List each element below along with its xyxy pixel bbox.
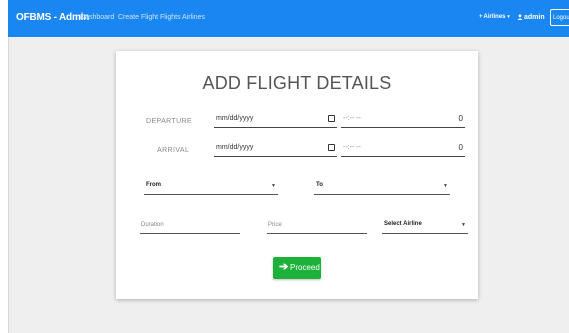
brand-logo[interactable]: OFBMS - Admin: [16, 12, 89, 23]
proceed-button[interactable]: ➔ Proceed: [273, 257, 321, 279]
chevron-down-icon: ▼: [271, 183, 276, 189]
nav-create-flight[interactable]: Create Flight: [118, 14, 158, 21]
arrival-value: 0: [458, 143, 463, 152]
arrival-date-input[interactable]: mm/dd/yyyy: [214, 142, 337, 157]
price-input[interactable]: Price: [267, 219, 367, 234]
departure-date-placeholder: mm/dd/yyyy: [216, 115, 254, 122]
price-placeholder: Price: [268, 222, 282, 228]
user-icon: [517, 14, 523, 21]
departure-time-input[interactable]: --:-- -- 0: [341, 113, 465, 128]
user-menu[interactable]: admin: [517, 14, 545, 21]
calendar-icon[interactable]: [328, 115, 335, 122]
departure-value: 0: [458, 114, 463, 123]
to-select[interactable]: To ▼: [314, 180, 450, 195]
chevron-down-icon: ▼: [461, 222, 466, 228]
nav-flights[interactable]: Flights: [160, 14, 181, 21]
duration-input[interactable]: Duration: [140, 219, 240, 234]
from-select-value: From: [146, 182, 161, 188]
arrival-date-placeholder: mm/dd/yyyy: [216, 144, 254, 151]
arrow-right-icon: ➔: [279, 261, 289, 273]
arrival-time-input[interactable]: --:-- -- 0: [341, 142, 465, 157]
airline-select[interactable]: Select Airline ▼: [382, 219, 468, 234]
to-select-value: To: [316, 182, 323, 188]
departure-time-placeholder: --:-- --: [343, 115, 361, 122]
chevron-down-icon: ▾: [507, 14, 510, 20]
proceed-label: Proceed: [290, 263, 320, 272]
nav-dashboard[interactable]: Dashboard: [80, 14, 114, 21]
arrival-time-placeholder: --:-- --: [343, 144, 361, 151]
departure-date-input[interactable]: mm/dd/yyyy: [214, 113, 337, 128]
airline-select-value: Select Airline: [384, 221, 422, 227]
departure-label: DEPARTURE: [146, 118, 193, 125]
duration-placeholder: Duration: [141, 222, 164, 228]
calendar-icon[interactable]: [328, 144, 335, 151]
nav-airlines[interactable]: Airlines: [182, 14, 205, 21]
add-flight-card: ADD FLIGHT DETAILS DEPARTURE mm/dd/yyyy …: [116, 51, 478, 299]
chevron-down-icon: ▼: [443, 183, 448, 189]
page-title: ADD FLIGHT DETAILS: [202, 73, 392, 93]
plus-icon: +: [479, 14, 483, 20]
user-name: admin: [524, 14, 545, 21]
from-select[interactable]: From ▼: [144, 180, 278, 195]
airlines-dropdown-label: Airlines: [483, 14, 506, 20]
navbar: OFBMS - Admin Dashboard Create Flight Fl…: [8, 0, 569, 37]
airlines-dropdown[interactable]: +Airlines ▾: [479, 14, 510, 20]
logout-button[interactable]: Logout: [550, 9, 569, 26]
arrival-label: ARRIVAL: [157, 147, 190, 154]
